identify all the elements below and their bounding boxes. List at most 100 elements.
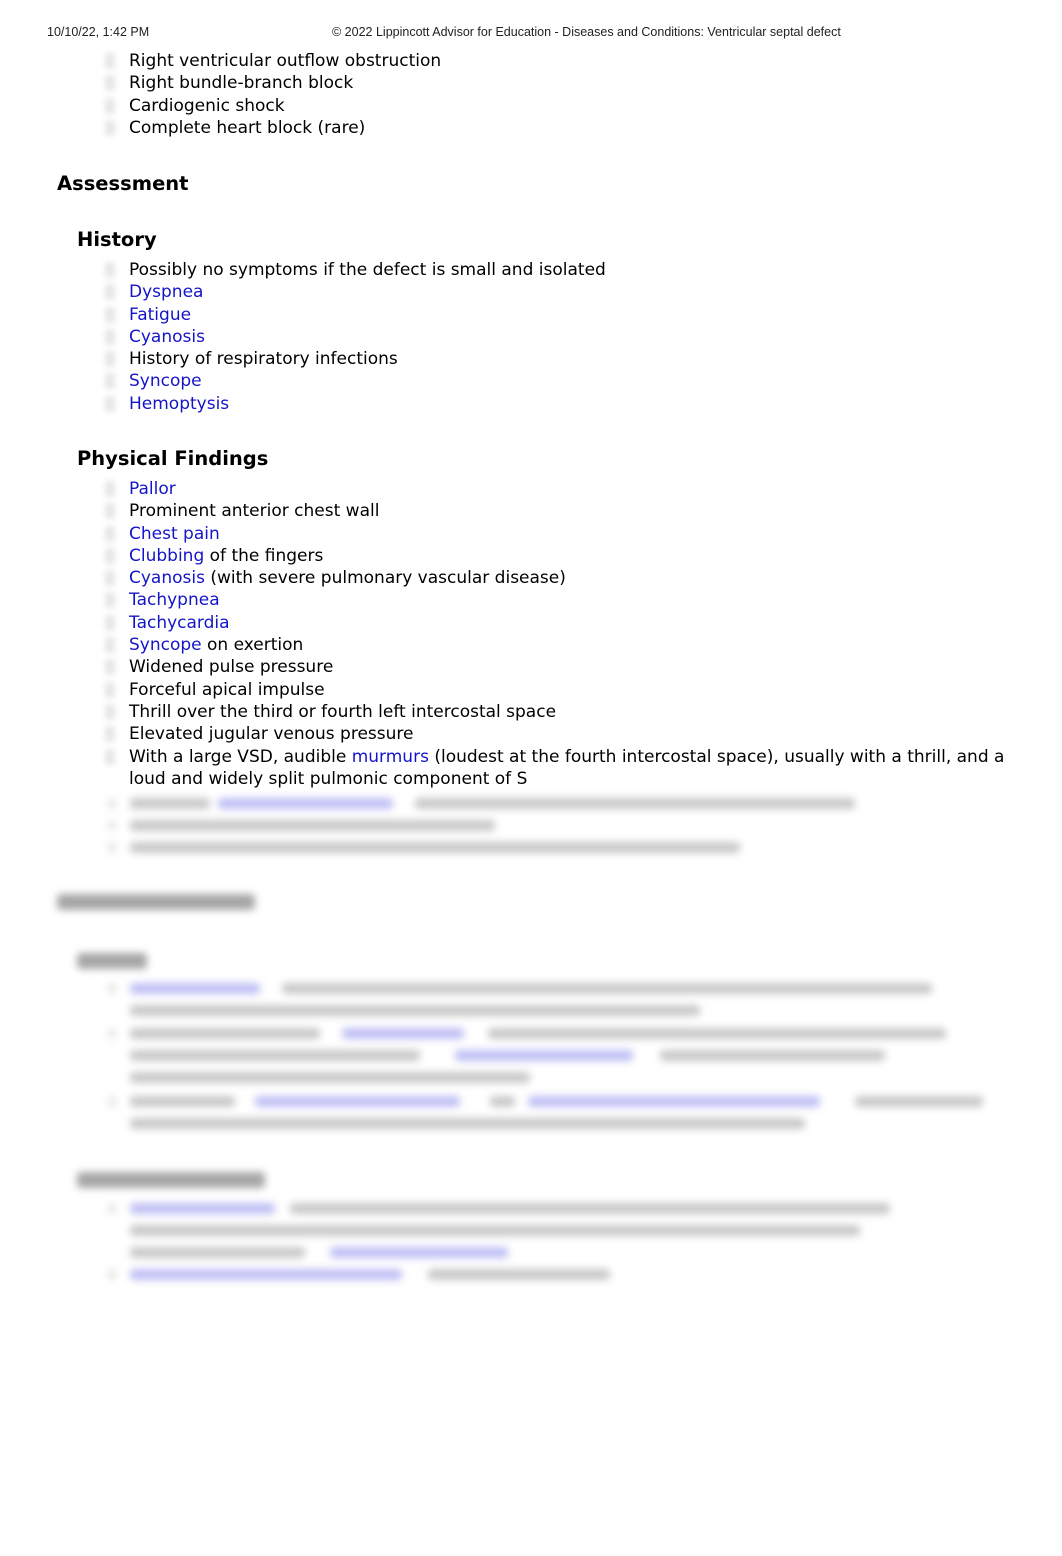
item-text: (with severe pulmonary vascular disease) <box>204 568 566 589</box>
history-item: Possibly no symptoms if the defect is sm… <box>129 259 1009 281</box>
blurred-text <box>428 1269 610 1280</box>
blurred-bullet <box>108 1096 116 1107</box>
physical-finding-item: Thrill over the third or fourth left int… <box>129 701 1009 723</box>
physical-finding-item: Tachycardia <box>129 612 1009 634</box>
blurred-link <box>130 1203 275 1214</box>
blurred-text <box>130 1247 305 1258</box>
history-item: History of respiratory infections <box>129 348 1009 370</box>
print-page-title: © 2022 Lippincott Advisor for Education … <box>332 25 841 39</box>
term-link[interactable]: Syncope <box>129 371 202 391</box>
blurred-text <box>415 798 855 809</box>
blurred-text <box>130 1028 320 1039</box>
blurred-link <box>330 1247 508 1258</box>
term-link[interactable]: Fatigue <box>129 305 191 325</box>
physical-finding-item: With a large VSD, audible murmurs (loude… <box>129 746 1009 791</box>
physical-finding-item: Clubbing of the fingers <box>129 545 1009 567</box>
blurred-link <box>342 1028 464 1039</box>
item-text: With a large VSD, audible <box>129 746 352 767</box>
physical-finding-item: Prominent anterior chest wall <box>129 500 1009 522</box>
item-text: Right ventricular outflow obstruction <box>129 51 442 71</box>
item-text: Right bundle-branch block <box>129 73 354 94</box>
item-text: Cardiogenic shock <box>129 95 285 116</box>
term-link[interactable]: Syncope <box>129 635 202 655</box>
item-text: of the fingers <box>204 545 324 566</box>
blurred-heading <box>57 894 255 910</box>
complication-item: Complete heart block (rare) <box>129 117 1009 139</box>
term-link[interactable]: Hemoptysis <box>129 394 229 414</box>
blurred-subheading <box>77 953 147 969</box>
complication-item: Cardiogenic shock <box>129 95 1009 117</box>
physical-finding-item: Syncope on exertion <box>129 634 1009 656</box>
print-header: 10/10/22, 1:42 PM © 2022 Lippincott Advi… <box>0 25 1062 41</box>
term-link[interactable]: Dyspnea <box>129 282 203 302</box>
blurred-text <box>130 1225 860 1236</box>
blurred-bullet <box>108 983 116 994</box>
term-link[interactable]: Cyanosis <box>129 327 205 347</box>
history-item: Syncope <box>129 370 1009 392</box>
item-text: Forceful apical impulse <box>129 679 325 700</box>
item-text: History of respiratory infections <box>129 349 398 370</box>
item-text: Elevated jugular venous pressure <box>129 724 414 745</box>
blurred-text <box>488 1028 946 1039</box>
blurred-link <box>455 1050 633 1061</box>
item-text: Thrill over the third or fourth left int… <box>129 701 557 722</box>
blurred-bullet <box>108 842 116 853</box>
blurred-locked-content <box>0 790 1062 1310</box>
physical-finding-item: Tachypnea <box>129 589 1009 611</box>
history-item: Cyanosis <box>129 326 1009 348</box>
blurred-link <box>130 1269 402 1280</box>
blurred-text <box>130 820 495 831</box>
blurred-bullet <box>108 820 116 831</box>
physical-finding-item: Chest pain <box>129 523 1009 545</box>
physical-findings-heading: Physical Findings <box>77 447 269 470</box>
blurred-bullet <box>108 1203 116 1214</box>
blurred-text <box>130 798 210 809</box>
blurred-link <box>255 1096 460 1107</box>
blurred-subheading <box>77 1172 265 1188</box>
physical-finding-item: Widened pulse pressure <box>129 656 1009 678</box>
blurred-text <box>290 1203 890 1214</box>
term-link[interactable]: Tachycardia <box>129 613 230 633</box>
history-heading: History <box>77 228 157 251</box>
blurred-text <box>282 983 932 994</box>
complication-item: Right ventricular outflow obstruction <box>129 50 1009 72</box>
term-link[interactable]: murmurs <box>352 747 429 767</box>
blurred-text <box>130 842 740 853</box>
term-link[interactable]: Pallor <box>129 479 176 499</box>
blurred-link <box>218 798 393 809</box>
physical-finding-item: Forceful apical impulse <box>129 679 1009 701</box>
item-text: Widened pulse pressure <box>129 657 334 678</box>
item-text: on exertion <box>201 635 304 656</box>
item-text: Possibly no symptoms if the defect is sm… <box>129 260 606 280</box>
blurred-bullet <box>108 1269 116 1280</box>
history-item: Dyspnea <box>129 281 1009 303</box>
complication-item: Right bundle-branch block <box>129 72 1009 94</box>
blurred-link <box>130 983 260 994</box>
blurred-text <box>130 1096 235 1107</box>
item-text: Prominent anterior chest wall <box>129 501 380 522</box>
blurred-bullet <box>108 798 116 809</box>
blurred-text <box>130 1118 805 1129</box>
term-link[interactable]: Chest pain <box>129 524 220 544</box>
physical-finding-item: Cyanosis (with severe pulmonary vascular… <box>129 567 1009 589</box>
assessment-heading: Assessment <box>57 172 189 195</box>
term-link[interactable]: Cyanosis <box>129 568 205 588</box>
history-list: Possibly no symptoms if the defect is sm… <box>129 259 1009 415</box>
history-item: Fatigue <box>129 304 1009 326</box>
term-link[interactable]: Tachypnea <box>129 590 220 610</box>
blurred-bullet <box>108 1028 116 1039</box>
history-item: Hemoptysis <box>129 393 1009 415</box>
blurred-link <box>528 1096 820 1107</box>
item-text: Complete heart block (rare) <box>129 117 366 138</box>
blurred-text <box>855 1096 983 1107</box>
blurred-text <box>660 1050 885 1061</box>
blurred-text <box>130 1072 530 1083</box>
term-link[interactable]: Clubbing <box>129 546 204 566</box>
physical-findings-list: Pallor Prominent anterior chest wall Chest… <box>129 478 1009 790</box>
physical-finding-item: Elevated jugular venous pressure <box>129 723 1009 745</box>
physical-finding-item: Pallor <box>129 478 1009 500</box>
print-date-time: 10/10/22, 1:42 PM <box>47 25 150 39</box>
blurred-text <box>490 1096 515 1107</box>
blurred-text <box>130 1050 420 1061</box>
complications-list: Right ventricular outflow obstruction Rig… <box>129 50 1009 139</box>
